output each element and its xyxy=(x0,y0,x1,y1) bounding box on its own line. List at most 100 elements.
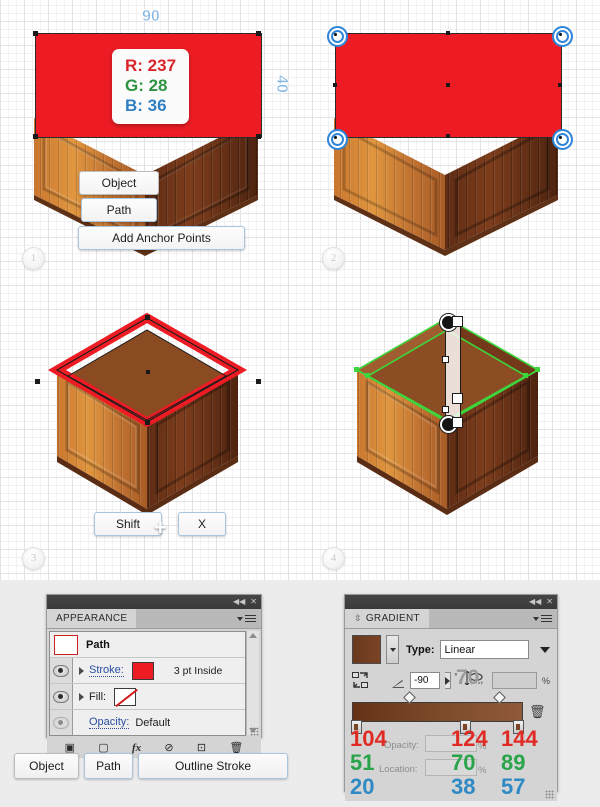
tab-gradient[interactable]: ⇳ GRADIENT xyxy=(345,609,429,628)
appearance-object-row[interactable]: Path xyxy=(50,632,245,658)
stroke-weight-value[interactable]: 3 pt Inside xyxy=(174,665,222,677)
anchor-point-mid-left[interactable] xyxy=(333,83,337,87)
appearance-row-stroke[interactable]: Stroke: 3 pt Inside xyxy=(50,658,245,684)
location-percent-label: % xyxy=(478,765,487,776)
anchor-point[interactable] xyxy=(256,31,261,36)
appearance-row-opacity[interactable]: Opacity: Default xyxy=(50,710,245,735)
gradient-panel-titlebar[interactable]: ◀◀ ✕ xyxy=(345,595,557,609)
menu-item-object[interactable]: Object xyxy=(79,171,159,195)
visibility-toggle-stroke[interactable] xyxy=(50,658,73,683)
expand-arrow-icon[interactable] xyxy=(79,692,84,701)
rgb-red-value: R: 237 xyxy=(125,56,177,75)
key-x[interactable]: X xyxy=(178,512,226,536)
panel-menu-area xyxy=(136,609,261,628)
appearance-panel-tabs: APPEARANCE xyxy=(47,609,261,629)
menu-item-add-anchor-points[interactable]: Add Anchor Points xyxy=(78,226,245,250)
expand-arrow-icon[interactable] xyxy=(79,666,84,675)
selected-anchor-handle[interactable] xyxy=(327,26,348,47)
anchor-point-mid-bottom[interactable] xyxy=(446,134,450,138)
add-new-fill-icon[interactable]: ▢ xyxy=(98,742,108,754)
anchor-point-mid-right[interactable] xyxy=(558,83,562,87)
object-thumbnail xyxy=(54,634,78,655)
gradient-midpoint-handle[interactable] xyxy=(442,356,449,363)
gradient-type-label: Type: xyxy=(406,643,435,656)
add-new-stroke-icon[interactable]: ▣ xyxy=(65,742,75,754)
anchor-point[interactable] xyxy=(35,379,40,384)
step-4-figure: 4 xyxy=(300,280,600,580)
anchor-point-center[interactable] xyxy=(146,370,150,374)
gradient-aspect-input[interactable] xyxy=(492,672,537,689)
delete-item-icon[interactable]: 🗑 xyxy=(229,742,243,754)
gradient-stop-handle[interactable] xyxy=(452,316,463,327)
opacity-label: Opacity: xyxy=(384,740,419,751)
appearance-row-fill[interactable]: Fill: xyxy=(50,684,245,710)
opacity-value[interactable]: Default xyxy=(135,717,170,729)
selected-anchor-handle[interactable] xyxy=(552,129,573,150)
visibility-toggle-opacity[interactable] xyxy=(50,710,73,735)
selected-anchor-handle[interactable] xyxy=(552,26,573,47)
stop-0-red: 104 xyxy=(350,726,387,751)
gradient-ramp[interactable] xyxy=(352,702,523,722)
stop-1-green: 70 xyxy=(451,750,476,775)
chevron-down-icon[interactable] xyxy=(540,646,550,653)
gradient-midpoint-handle[interactable] xyxy=(442,406,449,413)
collapse-icon[interactable]: ◀◀ xyxy=(529,598,541,606)
anchor-point-mid-top[interactable] xyxy=(446,31,450,35)
panel-menu-icon[interactable] xyxy=(533,613,552,624)
anchor-point[interactable] xyxy=(145,420,150,425)
stop-0-blue: 20 xyxy=(350,774,375,799)
add-new-effect-icon[interactable]: fx xyxy=(132,742,141,754)
object-name-label: Path xyxy=(86,638,110,651)
stroke-color-swatch[interactable] xyxy=(131,661,154,680)
button-object[interactable]: Object xyxy=(14,753,79,779)
resize-grip[interactable] xyxy=(545,790,554,799)
gradient-preset-dropdown[interactable] xyxy=(386,635,399,664)
button-outline-stroke[interactable]: Outline Stroke xyxy=(138,753,288,779)
tab-appearance[interactable]: APPEARANCE xyxy=(47,609,137,628)
reverse-gradient-icon[interactable] xyxy=(352,672,370,689)
scroll-up-icon[interactable] xyxy=(249,633,257,638)
gradient-type-row: Type: Linear xyxy=(352,635,550,664)
anchor-point[interactable] xyxy=(256,134,261,139)
anchor-point[interactable] xyxy=(33,31,38,36)
gradient-body: Type: Linear -90 ° % 🗑 Opacity: % Locati… xyxy=(345,629,557,801)
anchor-point-center[interactable] xyxy=(446,83,450,87)
key-shift[interactable]: Shift xyxy=(94,512,162,536)
clear-appearance-icon[interactable]: ⊘ xyxy=(164,742,173,754)
duplicate-item-icon[interactable]: ⊡ xyxy=(197,742,206,754)
visibility-toggle-fill[interactable] xyxy=(50,684,73,709)
panel-grip-icon: ⇳ xyxy=(354,613,362,623)
appearance-scrollbar[interactable] xyxy=(246,631,259,735)
step-badge-1: 1 xyxy=(22,247,45,270)
stop-2-blue: 57 xyxy=(501,774,526,799)
close-icon[interactable]: ✕ xyxy=(250,598,257,606)
gradient-preview-swatch[interactable] xyxy=(352,635,381,664)
anchor-point[interactable] xyxy=(256,379,261,384)
gradient-slider[interactable]: 🗑 xyxy=(351,691,550,734)
gradient-type-select[interactable]: Linear xyxy=(439,640,529,659)
angle-stepper-icon[interactable] xyxy=(444,672,452,689)
dimension-width-label: 90 xyxy=(142,8,160,26)
collapse-icon[interactable]: ◀◀ xyxy=(233,598,245,606)
fill-label[interactable]: Fill: xyxy=(89,691,106,703)
button-path[interactable]: Path xyxy=(84,753,133,779)
midpoint-annotation: 70 xyxy=(456,666,480,689)
close-icon[interactable]: ✕ xyxy=(546,598,553,606)
anchor-point[interactable] xyxy=(33,134,38,139)
aspect-percent-label: % xyxy=(542,675,551,686)
delete-stop-icon[interactable]: 🗑 xyxy=(529,704,546,720)
gradient-stop-handle[interactable] xyxy=(452,417,463,428)
menu-item-path[interactable]: Path xyxy=(81,198,157,222)
fill-none-swatch[interactable] xyxy=(114,687,137,706)
stroke-label[interactable]: Stroke: xyxy=(89,664,124,677)
gradient-type-value: Linear xyxy=(444,643,476,656)
gradient-stop-handle[interactable] xyxy=(452,393,463,404)
angle-icon xyxy=(391,676,405,688)
anchor-point[interactable] xyxy=(145,315,150,320)
gradient-angle-input[interactable]: -90 xyxy=(410,672,440,689)
panel-menu-icon[interactable] xyxy=(237,613,256,624)
selected-anchor-handle[interactable] xyxy=(327,129,348,150)
appearance-panel-titlebar[interactable]: ◀◀ ✕ xyxy=(47,595,261,609)
resize-grip[interactable] xyxy=(250,727,259,736)
opacity-label[interactable]: Opacity: xyxy=(89,716,130,729)
